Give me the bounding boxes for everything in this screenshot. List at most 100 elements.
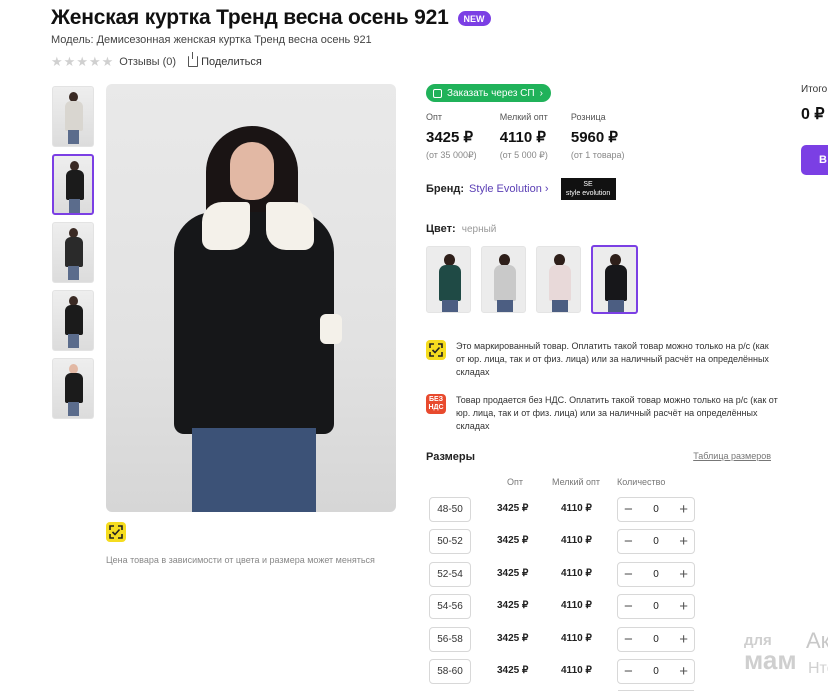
brand-row: Бренд: Style Evolution › SE style evolut… bbox=[426, 178, 616, 200]
thumbnail[interactable] bbox=[52, 358, 94, 419]
add-to-cart-button[interactable]: В bbox=[801, 145, 828, 175]
size-price-opt: 3425 ₽ bbox=[497, 503, 529, 514]
watermark-logo: для мам bbox=[744, 633, 797, 673]
quantity-stepper: − 0 + bbox=[617, 497, 695, 522]
size-label[interactable]: 52-54 bbox=[429, 562, 471, 587]
decrement-button[interactable]: − bbox=[624, 502, 633, 517]
price-label: Мелкий опт bbox=[499, 112, 548, 122]
thumbnail[interactable] bbox=[52, 86, 94, 147]
main-product-photo[interactable] bbox=[106, 84, 396, 512]
sizes-title: Размеры bbox=[426, 451, 476, 463]
size-label[interactable]: 50-52 bbox=[429, 529, 471, 554]
price-note: Цена товара в зависимости от цвета и раз… bbox=[106, 555, 375, 565]
size-price-small: 4110 ₽ bbox=[561, 600, 592, 611]
thumbnail[interactable] bbox=[52, 290, 94, 351]
size-row: 54-56 3425 ₽ 4110 ₽ − 0 + bbox=[429, 594, 699, 622]
star-icon: ★ bbox=[63, 54, 76, 69]
watermark-side-text: Ак bbox=[806, 628, 828, 653]
increment-button[interactable]: + bbox=[679, 567, 688, 582]
quantity-stepper: − 0 + bbox=[617, 562, 695, 587]
quantity-value[interactable]: 0 bbox=[653, 666, 659, 677]
size-price-opt: 3425 ₽ bbox=[497, 633, 529, 644]
quantity-value[interactable]: 0 bbox=[653, 569, 659, 580]
size-row: 56-58 3425 ₽ 4110 ₽ − 0 + bbox=[429, 627, 699, 655]
product-model: Модель: Демисезонная женская куртка Трен… bbox=[51, 34, 372, 46]
share-button[interactable]: Поделиться bbox=[188, 52, 262, 68]
brand-label: Бренд: bbox=[426, 183, 465, 195]
color-swatch-green[interactable] bbox=[426, 246, 471, 313]
brand-logo-mark: SE bbox=[583, 181, 593, 188]
color-label: Цвет: bbox=[426, 223, 456, 235]
rating-stars: ★ ★ ★ ★ ★ bbox=[51, 55, 113, 68]
price-condition: (от 35 000₽) bbox=[426, 150, 477, 160]
size-price-small: 4110 ₽ bbox=[561, 665, 592, 676]
share-icon bbox=[188, 52, 199, 67]
sizes-header: Размеры Таблица размеров bbox=[426, 451, 771, 463]
color-swatch-gray[interactable] bbox=[481, 246, 526, 313]
size-price-opt: 3425 ₽ bbox=[497, 665, 529, 676]
watermark-side-text-2: Нте bbox=[808, 660, 828, 677]
title-row: Женская куртка Тренд весна осень 921 NEW bbox=[51, 6, 491, 30]
size-label[interactable]: 48-50 bbox=[429, 497, 471, 522]
increment-button[interactable]: + bbox=[679, 664, 688, 679]
brand-logo[interactable]: SE style evolution bbox=[560, 178, 616, 200]
price-tiers: Опт 3425 ₽ (от 35 000₽) Мелкий опт 4110 … bbox=[426, 112, 648, 161]
star-icon: ★ bbox=[51, 54, 63, 69]
increment-button[interactable]: + bbox=[679, 502, 688, 517]
cart-icon bbox=[433, 88, 442, 98]
no-vat-icon: БЕЗ НДС bbox=[426, 394, 446, 414]
size-label[interactable]: 54-56 bbox=[429, 594, 471, 619]
chevron-right-icon: › bbox=[539, 87, 543, 99]
size-label[interactable]: 56-58 bbox=[429, 627, 471, 652]
notice-marked-text: Это маркированный товар. Оплатить такой … bbox=[456, 341, 769, 377]
price-label: Опт bbox=[426, 112, 442, 122]
price-tier-small-wholesale: Мелкий опт 4110 ₽ (от 5 000 ₽) bbox=[500, 112, 548, 161]
increment-button[interactable]: + bbox=[679, 632, 688, 647]
quantity-stepper: − 0 + bbox=[617, 529, 695, 554]
color-swatch-pink[interactable] bbox=[536, 246, 581, 313]
thumbnail-active[interactable] bbox=[52, 154, 94, 215]
order-via-sp-label: Заказать через СП bbox=[447, 87, 535, 99]
size-price-opt: 3425 ₽ bbox=[497, 568, 529, 579]
brand-name: Style Evolution bbox=[469, 183, 542, 195]
decrement-button[interactable]: − bbox=[624, 567, 633, 582]
col-header-small: Мелкий опт bbox=[552, 477, 601, 487]
col-header-opt: Опт bbox=[507, 477, 523, 487]
decrement-button[interactable]: − bbox=[624, 632, 633, 647]
notice-no-vat-text: Товар продается без НДС. Оплатить такой … bbox=[456, 395, 778, 431]
quantity-stepper: − 0 + bbox=[617, 659, 695, 684]
thumbnail[interactable] bbox=[52, 222, 94, 283]
reviews-link[interactable]: Отзывы (0) bbox=[119, 56, 176, 68]
quantity-value[interactable]: 0 bbox=[653, 634, 659, 645]
color-swatch-black[interactable] bbox=[591, 245, 638, 314]
size-chart-link[interactable]: Таблица размеров bbox=[693, 451, 771, 463]
increment-button[interactable]: + bbox=[679, 599, 688, 614]
quantity-value[interactable]: 0 bbox=[653, 536, 659, 547]
quantity-stepper: − 0 + bbox=[617, 594, 695, 619]
increment-button[interactable]: + bbox=[679, 534, 688, 549]
total-label: Итого bbox=[801, 84, 828, 95]
quantity-value[interactable]: 0 bbox=[653, 504, 659, 515]
star-icon: ★ bbox=[88, 54, 101, 69]
price-condition: (от 1 товара) bbox=[570, 150, 625, 160]
size-price-opt: 3425 ₽ bbox=[497, 535, 529, 546]
no-vat-icon-line1: БЕЗ bbox=[428, 396, 444, 403]
size-price-small: 4110 ₽ bbox=[561, 535, 592, 546]
size-price-small: 4110 ₽ bbox=[561, 568, 592, 579]
order-via-sp-button[interactable]: Заказать через СП › bbox=[426, 84, 551, 102]
brand-link[interactable]: Style Evolution › bbox=[469, 183, 549, 195]
decrement-button[interactable]: − bbox=[624, 599, 633, 614]
decrement-button[interactable]: − bbox=[624, 664, 633, 679]
price-value: 5960 ₽ bbox=[570, 129, 618, 146]
quantity-value[interactable]: 0 bbox=[653, 601, 659, 612]
color-value: черный bbox=[461, 224, 497, 235]
notice-marked: Это маркированный товар. Оплатить такой … bbox=[426, 340, 778, 379]
product-title: Женская куртка Тренд весна осень 921 bbox=[51, 6, 449, 29]
new-badge: NEW bbox=[457, 10, 491, 26]
size-row: 50-52 3425 ₽ 4110 ₽ − 0 + bbox=[429, 529, 699, 557]
color-swatches bbox=[426, 245, 638, 314]
col-header-qty: Количество bbox=[617, 477, 666, 487]
quantity-stepper: − 0 + bbox=[617, 627, 695, 652]
decrement-button[interactable]: − bbox=[624, 534, 633, 549]
size-label[interactable]: 58-60 bbox=[429, 659, 471, 684]
